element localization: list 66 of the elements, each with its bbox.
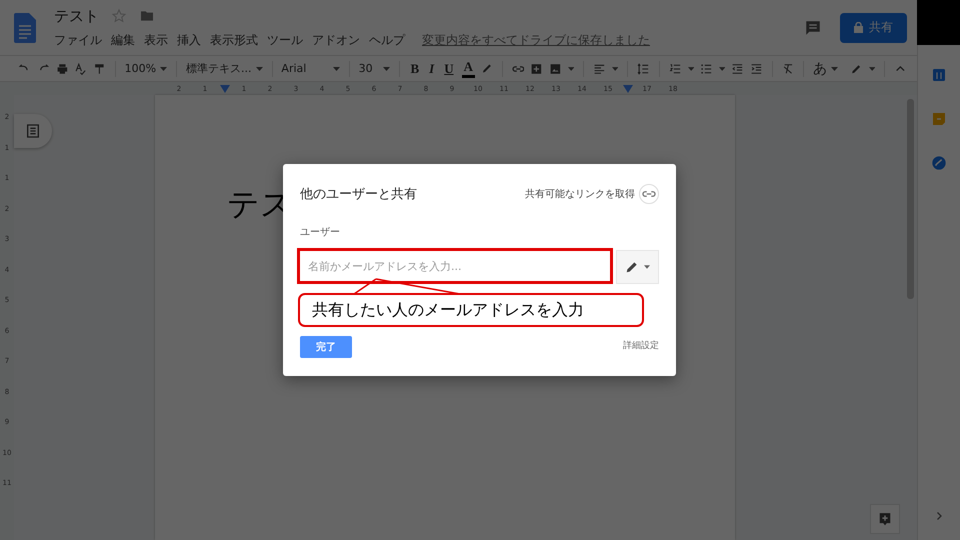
- decrease-indent-icon[interactable]: [731, 62, 744, 76]
- link-icon[interactable]: [639, 184, 659, 204]
- menu-item[interactable]: 編集: [111, 32, 135, 48]
- menu-item[interactable]: アドオン: [312, 32, 360, 48]
- calendar-icon[interactable]: [931, 67, 947, 83]
- explore-button[interactable]: [870, 504, 900, 534]
- format-button[interactable]: A: [462, 59, 475, 78]
- share-button[interactable]: 共有: [840, 12, 907, 42]
- print-icon[interactable]: [56, 62, 68, 76]
- increase-indent-icon[interactable]: [750, 62, 763, 76]
- right-margin-marker-icon[interactable]: [622, 84, 632, 92]
- line-spacing-icon[interactable]: [637, 62, 650, 76]
- caret-icon[interactable]: [160, 66, 168, 70]
- highlighter-icon[interactable]: [480, 62, 493, 75]
- caret-icon[interactable]: [568, 66, 574, 70]
- menu-item[interactable]: ヘルプ: [369, 32, 405, 48]
- font-size-dropdown[interactable]: 30: [358, 62, 390, 75]
- document-outline-icon: [25, 123, 41, 139]
- caret-icon[interactable]: [868, 66, 876, 70]
- caret-icon[interactable]: [612, 66, 618, 70]
- style-dropdown[interactable]: 標準テキス...: [186, 61, 263, 76]
- numbered-list-icon[interactable]: [668, 62, 682, 76]
- add-comment-icon: [878, 511, 892, 527]
- input-tools-dropdown[interactable]: あ: [813, 60, 838, 78]
- check-circle-icon[interactable]: [931, 155, 947, 171]
- menu-item[interactable]: ツール: [267, 32, 303, 48]
- image-icon[interactable]: [549, 62, 562, 76]
- save-status-link[interactable]: 変更内容をすべてドライブに保存しました: [422, 32, 650, 48]
- menu-item[interactable]: 表示形式: [210, 32, 258, 48]
- format-button[interactable]: B: [408, 60, 422, 76]
- shareable-link-label[interactable]: 共有可能なリンクを取得: [525, 187, 635, 201]
- callout-box: 共有したい人のメールアドレスを入力: [298, 293, 644, 327]
- zoom-dropdown[interactable]: 100%: [124, 62, 168, 75]
- outline-button[interactable]: [14, 114, 52, 148]
- pencil-icon: [625, 260, 640, 274]
- caret-icon[interactable]: [688, 66, 694, 70]
- docs-logo-icon[interactable]: [14, 12, 36, 42]
- cover-block: [916, 0, 960, 45]
- paint-format-icon[interactable]: [93, 62, 106, 76]
- bulleted-list-icon[interactable]: [700, 62, 713, 76]
- dialog-title: 他のユーザーと共有: [300, 186, 417, 203]
- format-button[interactable]: U: [442, 60, 456, 76]
- caret-icon[interactable]: [382, 66, 390, 70]
- menu-item[interactable]: 挿入: [177, 32, 201, 48]
- caret-icon[interactable]: [332, 66, 340, 70]
- comment-icon[interactable]: [804, 18, 822, 36]
- caret-icon: [644, 265, 650, 269]
- menu-item[interactable]: ファイル: [54, 32, 102, 48]
- document-title[interactable]: テスト: [54, 6, 99, 26]
- caret-icon[interactable]: [718, 66, 726, 70]
- caret-icon[interactable]: [831, 66, 838, 70]
- font-dropdown[interactable]: Arial: [281, 62, 340, 75]
- advanced-settings-link[interactable]: 詳細設定: [623, 339, 659, 352]
- add-comment-icon[interactable]: [530, 62, 544, 76]
- caret-icon[interactable]: [256, 66, 263, 70]
- permission-dropdown[interactable]: [616, 250, 659, 284]
- clear-formatting-icon[interactable]: [782, 62, 794, 76]
- users-label: ユーザー: [300, 226, 341, 239]
- star-icon[interactable]: [111, 8, 127, 24]
- spellcheck-icon[interactable]: [74, 62, 87, 76]
- format-button[interactable]: I: [427, 60, 436, 76]
- indent-marker-icon[interactable]: [220, 84, 230, 92]
- lock-icon: [854, 22, 863, 33]
- menu-item[interactable]: 表示: [144, 32, 168, 48]
- email-input-field[interactable]: 名前かメールアドレスを入力...: [297, 248, 614, 284]
- done-button[interactable]: 完了: [300, 336, 352, 358]
